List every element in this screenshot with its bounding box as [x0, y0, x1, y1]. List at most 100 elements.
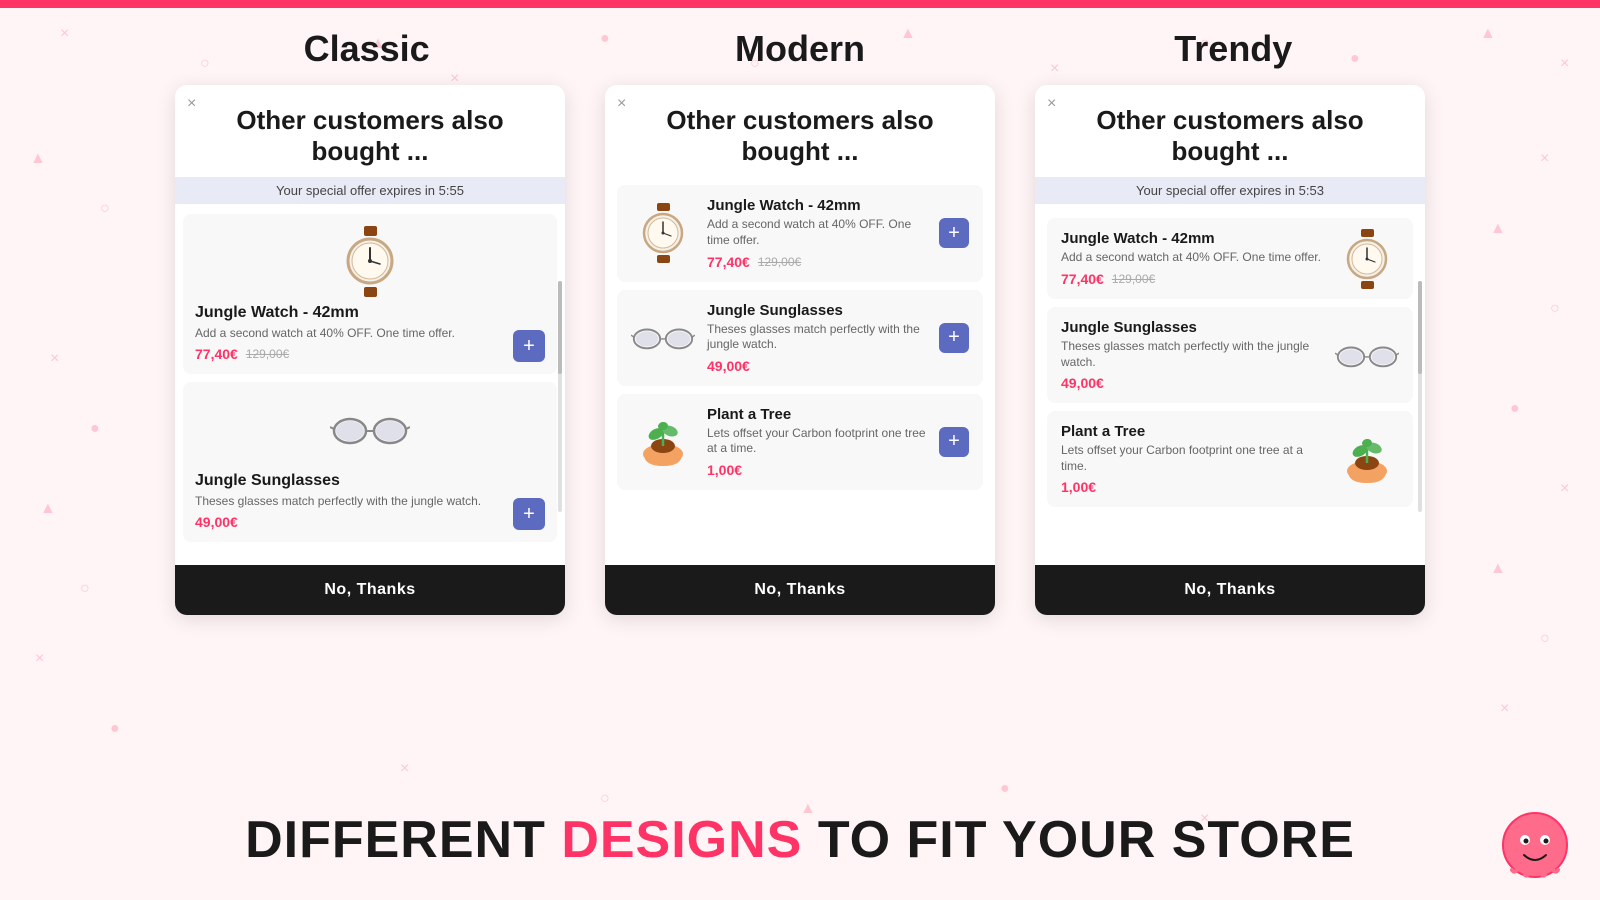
classic-watch-price-old: 129,00€: [246, 347, 289, 361]
scrollbar-classic[interactable]: [558, 281, 562, 512]
columns-header: Classic Modern Trendy: [150, 28, 1450, 70]
widget-modern-title: Other customers also bought ...: [625, 105, 975, 167]
trendy-sunglasses-price-new: 49,00€: [1061, 375, 1104, 391]
modern-watch-price-old: 129,00€: [758, 255, 801, 269]
trendy-sunglasses-prices: 49,00€: [1061, 375, 1323, 391]
sunglasses-icon-trendy: [1335, 327, 1399, 383]
trendy-plant-info: Plant a Tree Lets offset your Carbon foo…: [1061, 423, 1323, 495]
classic-sunglasses-price-new: 49,00€: [195, 514, 238, 530]
main-content: Classic Modern Trendy × Other customers …: [0, 8, 1600, 900]
widget-trendy-offer: Your special offer expires in 5:53: [1035, 177, 1425, 204]
scrollbar-thumb-classic: [558, 281, 562, 373]
plant-icon-modern: [631, 414, 695, 470]
widget-modern-header: Other customers also bought ...: [605, 85, 995, 177]
modern-plant-prices: 1,00€: [707, 462, 927, 478]
no-thanks-classic-button[interactable]: No, Thanks: [175, 565, 565, 615]
watch-icon-classic: [330, 226, 410, 296]
widget-trendy-footer: No, Thanks: [1035, 565, 1425, 615]
add-watch-classic-button[interactable]: +: [513, 330, 545, 362]
widget-classic-title: Other customers also bought ...: [195, 105, 545, 167]
bottom-text-part2: DESIGNS: [561, 811, 802, 869]
widget-classic: × Other customers also bought ... Your s…: [175, 85, 565, 615]
modern-watch-name: Jungle Watch - 42mm: [707, 197, 927, 214]
trendy-watch-info: Jungle Watch - 42mm Add a second watch a…: [1061, 230, 1323, 287]
sunglasses-icon-classic: [330, 394, 410, 464]
trendy-item-plant: Plant a Tree Lets offset your Carbon foo…: [1047, 411, 1413, 507]
trendy-plant-desc: Lets offset your Carbon footprint one tr…: [1061, 443, 1323, 474]
trendy-watch-name: Jungle Watch - 42mm: [1061, 230, 1323, 247]
watch-icon-modern: [631, 205, 695, 261]
mascot: [1500, 810, 1570, 880]
close-icon-classic[interactable]: ×: [187, 95, 196, 113]
classic-watch-name: Jungle Watch - 42mm: [195, 304, 359, 322]
trendy-sunglasses-desc: Theses glasses match perfectly with the …: [1061, 339, 1323, 370]
trendy-watch-price-new: 77,40€: [1061, 271, 1104, 287]
modern-item-watch: Jungle Watch - 42mm Add a second watch a…: [617, 185, 983, 281]
classic-item-watch: Jungle Watch - 42mm Add a second watch a…: [183, 214, 557, 374]
modern-sunglasses-name: Jungle Sunglasses: [707, 302, 927, 319]
scrollbar-thumb-trendy: [1418, 281, 1422, 373]
trendy-item-sunglasses: Jungle Sunglasses Theses glasses match p…: [1047, 307, 1413, 403]
add-sunglasses-classic-button[interactable]: +: [513, 498, 545, 530]
trendy-item-watch: Jungle Watch - 42mm Add a second watch a…: [1047, 218, 1413, 299]
modern-sunglasses-info: Jungle Sunglasses Theses glasses match p…: [707, 302, 927, 374]
classic-sunglasses-name: Jungle Sunglasses: [195, 472, 340, 490]
close-icon-modern[interactable]: ×: [617, 95, 626, 113]
trendy-plant-prices: 1,00€: [1061, 479, 1323, 495]
trendy-watch-prices: 77,40€ 129,00€: [1061, 271, 1323, 287]
bottom-text-part1: DIFFERENT: [245, 811, 561, 869]
widget-modern-footer: No, Thanks: [605, 565, 995, 615]
widget-trendy-header: Other customers also bought ...: [1035, 85, 1425, 177]
add-plant-modern-button[interactable]: +: [939, 427, 969, 457]
trendy-watch-price-old: 129,00€: [1112, 272, 1155, 286]
modern-watch-price-new: 77,40€: [707, 254, 750, 270]
scrollbar-trendy[interactable]: [1418, 281, 1422, 512]
watch-icon-trendy: [1335, 231, 1399, 287]
modern-sunglasses-desc: Theses glasses match perfectly with the …: [707, 322, 927, 353]
modern-plant-info: Plant a Tree Lets offset your Carbon foo…: [707, 406, 927, 478]
col-title-trendy: Trendy: [1033, 28, 1433, 70]
close-icon-trendy[interactable]: ×: [1047, 95, 1056, 113]
trendy-watch-desc: Add a second watch at 40% OFF. One time …: [1061, 250, 1323, 266]
modern-watch-prices: 77,40€ 129,00€: [707, 254, 927, 270]
classic-sunglasses-desc: Theses glasses match perfectly with the …: [195, 494, 481, 508]
plant-icon-trendy: [1335, 431, 1399, 487]
modern-item-sunglasses: Jungle Sunglasses Theses glasses match p…: [617, 290, 983, 386]
widget-trendy-title: Other customers also bought ...: [1055, 105, 1405, 167]
top-bar: [0, 0, 1600, 8]
add-watch-modern-button[interactable]: +: [939, 218, 969, 248]
trendy-sunglasses-name: Jungle Sunglasses: [1061, 319, 1323, 336]
widget-classic-items: Jungle Watch - 42mm Add a second watch a…: [175, 210, 565, 565]
widget-classic-footer: No, Thanks: [175, 565, 565, 615]
add-sunglasses-modern-button[interactable]: +: [939, 323, 969, 353]
classic-watch-prices: 77,40€ 129,00€: [195, 346, 289, 362]
modern-plant-desc: Lets offset your Carbon footprint one tr…: [707, 426, 927, 457]
widget-modern: × Other customers also bought ...: [605, 85, 995, 615]
bottom-text: DIFFERENT DESIGNS TO FIT YOUR STORE: [0, 810, 1600, 870]
classic-watch-desc: Add a second watch at 40% OFF. One time …: [195, 326, 455, 340]
classic-item-sunglasses: Jungle Sunglasses Theses glasses match p…: [183, 382, 557, 542]
widget-trendy: × Other customers also bought ... Your s…: [1035, 85, 1425, 615]
modern-watch-desc: Add a second watch at 40% OFF. One time …: [707, 217, 927, 248]
classic-watch-price-new: 77,40€: [195, 346, 238, 362]
col-title-classic: Classic: [167, 28, 567, 70]
widget-trendy-items: Jungle Watch - 42mm Add a second watch a…: [1035, 210, 1425, 565]
modern-sunglasses-prices: 49,00€: [707, 358, 927, 374]
col-title-modern: Modern: [600, 28, 1000, 70]
modern-watch-info: Jungle Watch - 42mm Add a second watch a…: [707, 197, 927, 269]
trendy-sunglasses-info: Jungle Sunglasses Theses glasses match p…: [1061, 319, 1323, 391]
widget-classic-offer: Your special offer expires in 5:55: [175, 177, 565, 204]
modern-sunglasses-price-new: 49,00€: [707, 358, 750, 374]
modern-item-plant: Plant a Tree Lets offset your Carbon foo…: [617, 394, 983, 490]
classic-sunglasses-prices: 49,00€: [195, 514, 238, 530]
no-thanks-trendy-button[interactable]: No, Thanks: [1035, 565, 1425, 615]
bottom-text-part3: TO FIT YOUR STORE: [802, 811, 1355, 869]
trendy-plant-name: Plant a Tree: [1061, 423, 1323, 440]
bottom-banner: DIFFERENT DESIGNS TO FIT YOUR STORE: [0, 810, 1600, 870]
widget-classic-header: Other customers also bought ...: [175, 85, 565, 177]
modern-plant-price-new: 1,00€: [707, 462, 742, 478]
widgets-row: × Other customers also bought ... Your s…: [125, 85, 1475, 615]
no-thanks-modern-button[interactable]: No, Thanks: [605, 565, 995, 615]
sunglasses-icon-modern: [631, 310, 695, 366]
modern-plant-name: Plant a Tree: [707, 406, 927, 423]
